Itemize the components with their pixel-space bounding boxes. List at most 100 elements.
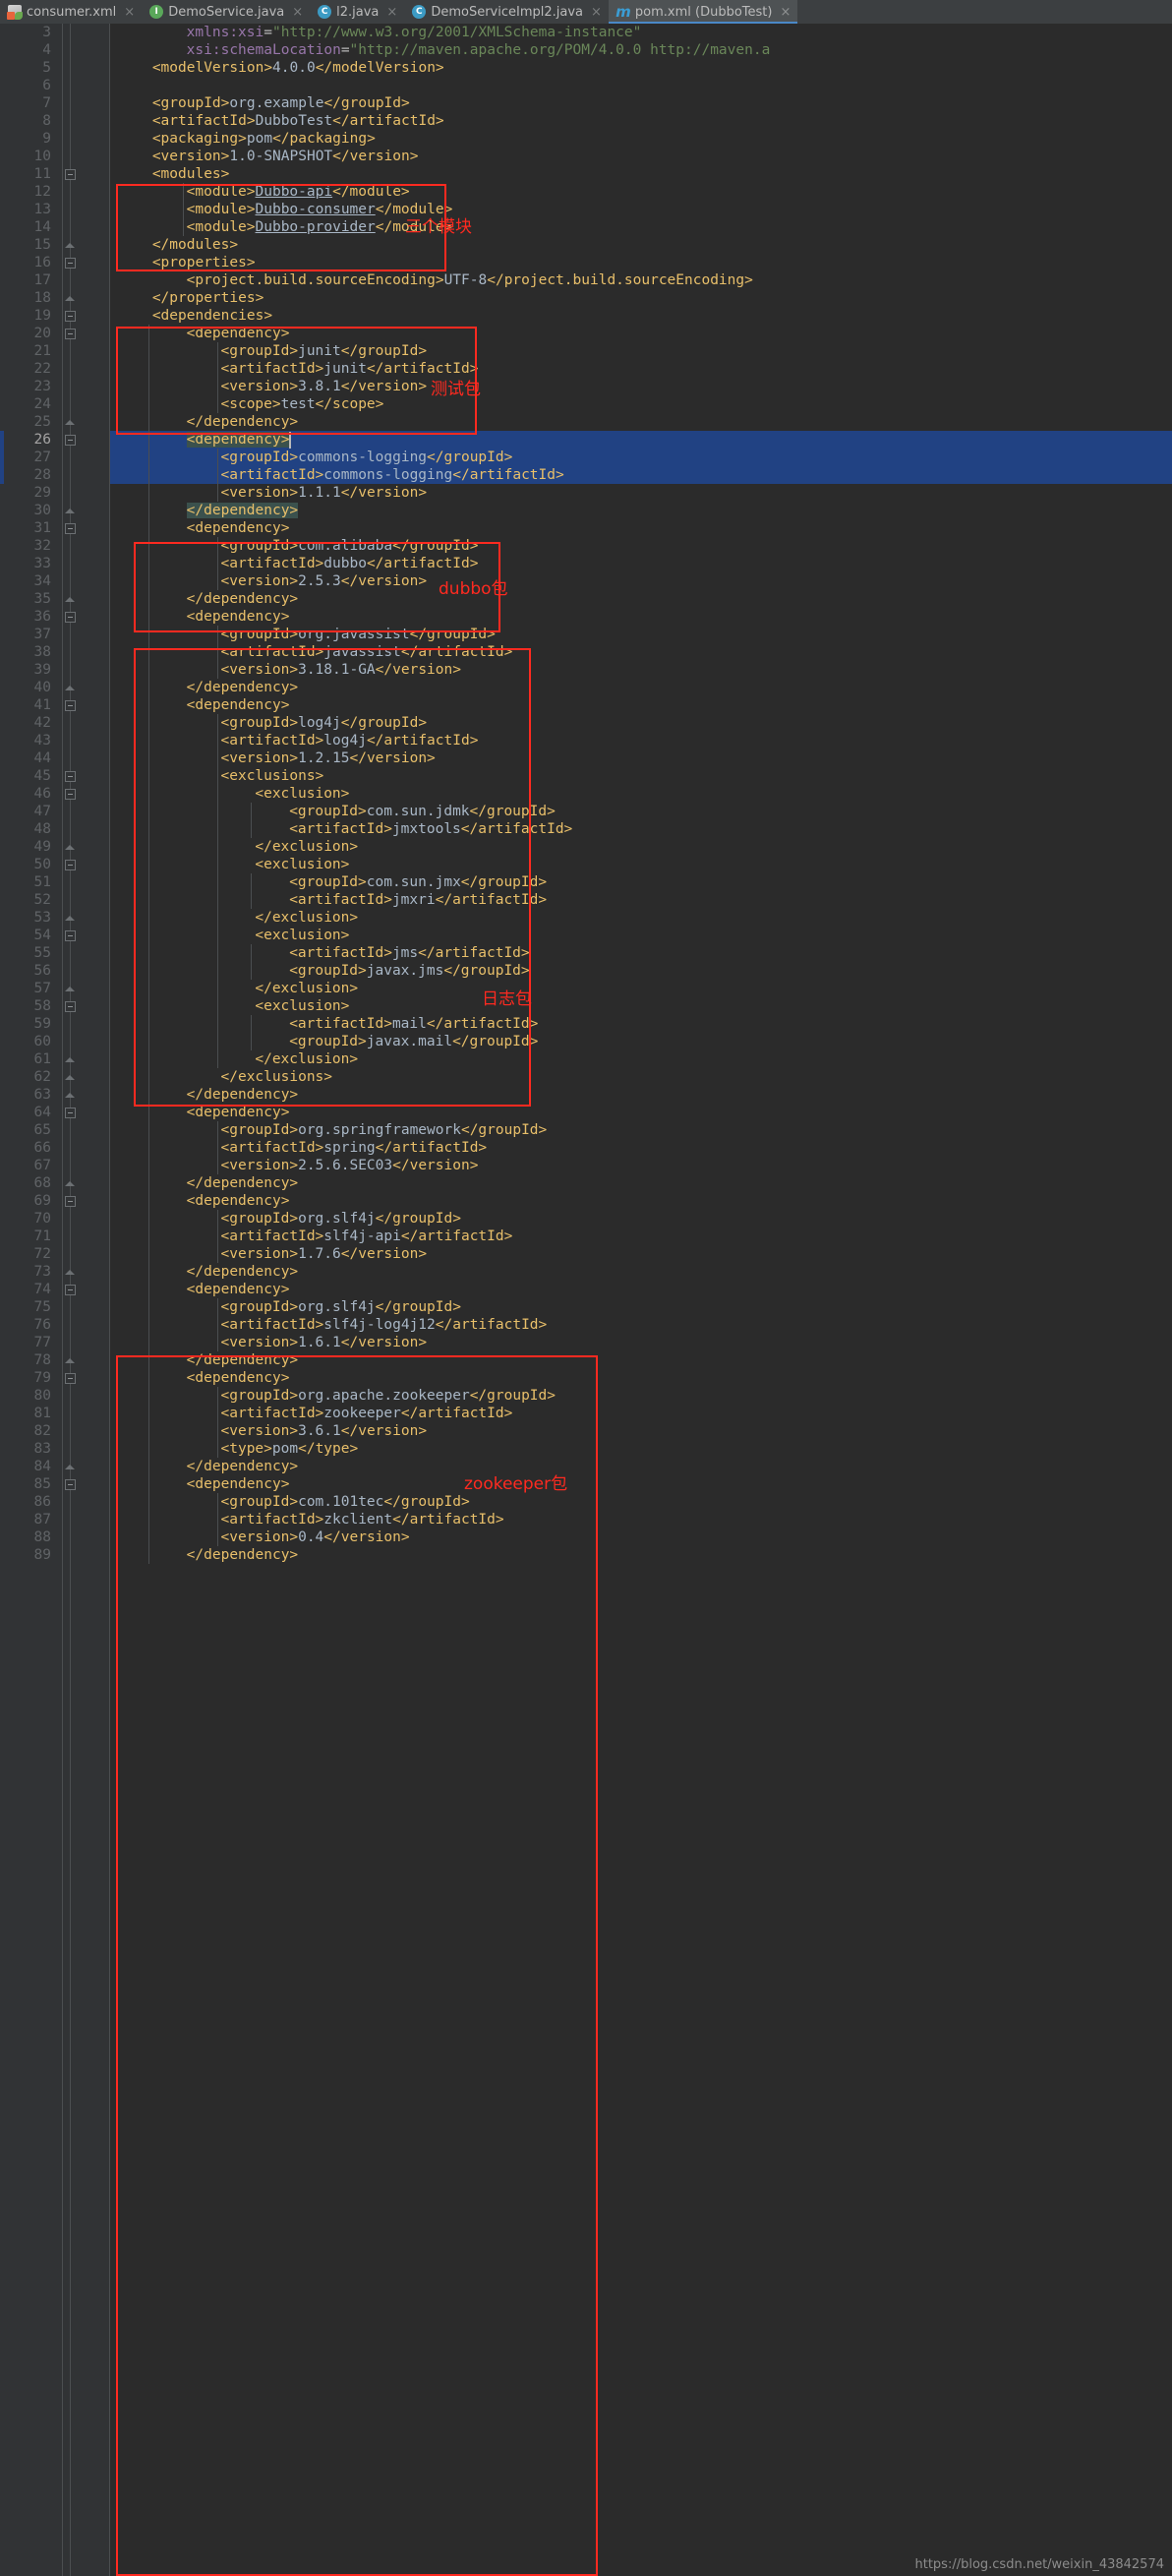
code-line[interactable]: 69 <dependency>	[0, 1192, 1172, 1210]
code-line[interactable]: 14 <module>Dubbo-provider</module>	[0, 218, 1172, 236]
close-icon[interactable]: ×	[591, 5, 602, 20]
code-line[interactable]: 56 <groupId>javax.jms</groupId>	[0, 962, 1172, 980]
code-line[interactable]: 87 <artifactId>zkclient</artifactId>	[0, 1511, 1172, 1528]
code-line[interactable]: 36 <dependency>	[0, 608, 1172, 626]
code-line[interactable]: 23 <version>3.8.1</version>	[0, 378, 1172, 395]
code-line[interactable]: 21 <groupId>junit</groupId>	[0, 342, 1172, 360]
code-line[interactable]: 75 <groupId>org.slf4j</groupId>	[0, 1298, 1172, 1316]
code-line[interactable]: 51 <groupId>com.sun.jmx</groupId>	[0, 873, 1172, 891]
code-line[interactable]: 27 <groupId>commons-logging</groupId>	[0, 449, 1172, 466]
editor-tab-bar[interactable]: consumer.xml × I DemoService.java × Cl2.java ×…	[0, 0, 1172, 24]
editor-tab-l2-java[interactable]: Cl2.java ×	[310, 0, 404, 24]
code-line[interactable]: 85 <dependency>	[0, 1475, 1172, 1493]
code-line[interactable]: 83 <type>pom</type>	[0, 1440, 1172, 1458]
code-line[interactable]: 66 <artifactId>spring</artifactId>	[0, 1139, 1172, 1157]
code-line[interactable]: 18 </properties>	[0, 289, 1172, 307]
code-line[interactable]: 68 </dependency>	[0, 1174, 1172, 1192]
code-line[interactable]: 41 <dependency>	[0, 696, 1172, 714]
code-line[interactable]: 22 <artifactId>junit</artifactId>	[0, 360, 1172, 378]
code-line[interactable]: 58 <exclusion>	[0, 997, 1172, 1015]
code-line[interactable]: 67 <version>2.5.6.SEC03</version>	[0, 1157, 1172, 1174]
code-line[interactable]: 47 <groupId>com.sun.jdmk</groupId>	[0, 803, 1172, 820]
code-line[interactable]: 7 <groupId>org.example</groupId>	[0, 94, 1172, 112]
code-line[interactable]: 76 <artifactId>slf4j-log4j12</artifactId>	[0, 1316, 1172, 1334]
code-token: </artifactId>	[375, 1140, 488, 1156]
code-line[interactable]: 63 </dependency>	[0, 1086, 1172, 1104]
code-line[interactable]: 54 <exclusion>	[0, 927, 1172, 944]
code-line[interactable]: 80 <groupId>org.apache.zookeeper</groupId…	[0, 1387, 1172, 1405]
code-line[interactable]: 25 </dependency>	[0, 413, 1172, 431]
code-line[interactable]: 40 </dependency>	[0, 679, 1172, 696]
code-line[interactable]: 29 <version>1.1.1</version>	[0, 484, 1172, 502]
code-line[interactable]: 78 </dependency>	[0, 1351, 1172, 1369]
close-icon[interactable]: ×	[124, 5, 135, 20]
code-line[interactable]: 30 </dependency>	[0, 502, 1172, 519]
code-line[interactable]: 8 <artifactId>DubboTest</artifactId>	[0, 112, 1172, 130]
code-line[interactable]: 42 <groupId>log4j</groupId>	[0, 714, 1172, 732]
code-line[interactable]: 48 <artifactId>jmxtools</artifactId>	[0, 820, 1172, 838]
code-line[interactable]: 89 </dependency>	[0, 1546, 1172, 1564]
code-line[interactable]: 28 <artifactId>commons-logging</artifactI…	[0, 466, 1172, 484]
code-line[interactable]: 62 </exclusions>	[0, 1068, 1172, 1086]
code-line[interactable]: 4 xsi:schemaLocation="http://maven.apache…	[0, 41, 1172, 59]
code-line[interactable]: 33 <artifactId>dubbo</artifactId>	[0, 555, 1172, 572]
close-icon[interactable]: ×	[386, 5, 397, 20]
code-line[interactable]: 12 <module>Dubbo-api</module>	[0, 183, 1172, 201]
code-line[interactable]: 46 <exclusion>	[0, 785, 1172, 803]
code-line[interactable]: 19 <dependencies>	[0, 307, 1172, 325]
code-line[interactable]: 84 </dependency>	[0, 1458, 1172, 1475]
code-line[interactable]: 45 <exclusions>	[0, 767, 1172, 785]
code-line[interactable]: 31 <dependency>	[0, 519, 1172, 537]
close-icon[interactable]: ×	[292, 5, 303, 20]
code-line[interactable]: 71 <artifactId>slf4j-api</artifactId>	[0, 1228, 1172, 1245]
code-line[interactable]: 65 <groupId>org.springframework</groupId>	[0, 1121, 1172, 1139]
code-line[interactable]: 43 <artifactId>log4j</artifactId>	[0, 732, 1172, 749]
code-line[interactable]: 15 </modules>	[0, 236, 1172, 254]
code-line[interactable]: 59 <artifactId>mail</artifactId>	[0, 1015, 1172, 1033]
code-line[interactable]: 73 </dependency>	[0, 1263, 1172, 1281]
code-line[interactable]: 55 <artifactId>jms</artifactId>	[0, 944, 1172, 962]
code-line[interactable]: 6	[0, 77, 1172, 94]
code-editor[interactable]: 3 xmlns:xsi="http://www.w3.org/2001/XMLSc…	[0, 24, 1172, 2576]
code-line[interactable]: 49 </exclusion>	[0, 838, 1172, 856]
editor-tab-consumer-xml[interactable]: consumer.xml ×	[0, 0, 142, 24]
code-line[interactable]: 53 </exclusion>	[0, 909, 1172, 927]
close-icon[interactable]: ×	[780, 5, 791, 20]
code-line[interactable]: 34 <version>2.5.3</version>	[0, 572, 1172, 590]
editor-tab-demoservice-java[interactable]: I DemoService.java ×	[142, 0, 310, 24]
code-line[interactable]: 11 <modules>	[0, 165, 1172, 183]
code-line[interactable]: 70 <groupId>org.slf4j</groupId>	[0, 1210, 1172, 1228]
code-line[interactable]: 5 <modelVersion>4.0.0</modelVersion>	[0, 59, 1172, 77]
code-line[interactable]: 77 <version>1.6.1</version>	[0, 1334, 1172, 1351]
code-line[interactable]: 82 <version>3.6.1</version>	[0, 1422, 1172, 1440]
code-line[interactable]: 88 <version>0.4</version>	[0, 1528, 1172, 1546]
code-line[interactable]: 39 <version>3.18.1-GA</version>	[0, 661, 1172, 679]
code-line[interactable]: 20 <dependency>	[0, 325, 1172, 342]
code-line[interactable]: 9 <packaging>pom</packaging>	[0, 130, 1172, 148]
code-line[interactable]: 57 </exclusion>	[0, 980, 1172, 997]
code-line[interactable]: 32 <groupId>com.alibaba</groupId>	[0, 537, 1172, 555]
code-line[interactable]: 10 <version>1.0-SNAPSHOT</version>	[0, 148, 1172, 165]
code-line[interactable]: 16 <properties>	[0, 254, 1172, 271]
code-line[interactable]: 61 </exclusion>	[0, 1050, 1172, 1068]
code-line[interactable]: 3 xmlns:xsi="http://www.w3.org/2001/XMLSc…	[0, 24, 1172, 41]
code-line[interactable]: 38 <artifactId>javassist</artifactId>	[0, 643, 1172, 661]
code-line[interactable]: 13 <module>Dubbo-consumer</module>	[0, 201, 1172, 218]
code-line[interactable]: 52 <artifactId>jmxri</artifactId>	[0, 891, 1172, 909]
code-line[interactable]: 35 </dependency>	[0, 590, 1172, 608]
code-line[interactable]: 60 <groupId>javax.mail</groupId>	[0, 1033, 1172, 1050]
code-line[interactable]: 72 <version>1.7.6</version>	[0, 1245, 1172, 1263]
code-line[interactable]: 44 <version>1.2.15</version>	[0, 749, 1172, 767]
code-line[interactable]: 26 <dependency>	[0, 431, 1172, 449]
code-line[interactable]: 17 <project.build.sourceEncoding>UTF-8</p…	[0, 271, 1172, 289]
code-line[interactable]: 50 <exclusion>	[0, 856, 1172, 873]
editor-tab-pom-xml-dubbotest[interactable]: m pom.xml (DubboTest) ×	[608, 0, 798, 24]
code-line[interactable]: 37 <groupId>org.javassist</groupId>	[0, 626, 1172, 643]
code-line[interactable]: 64 <dependency>	[0, 1104, 1172, 1121]
code-line[interactable]: 86 <groupId>com.101tec</groupId>	[0, 1493, 1172, 1511]
code-line[interactable]: 74 <dependency>	[0, 1281, 1172, 1298]
code-line[interactable]: 79 <dependency>	[0, 1369, 1172, 1387]
code-line[interactable]: 81 <artifactId>zookeeper</artifactId>	[0, 1405, 1172, 1422]
code-line[interactable]: 24 <scope>test</scope>	[0, 395, 1172, 413]
editor-tab-demoserviceimpl2-java[interactable]: C DemoServiceImpl2.java ×	[404, 0, 609, 24]
